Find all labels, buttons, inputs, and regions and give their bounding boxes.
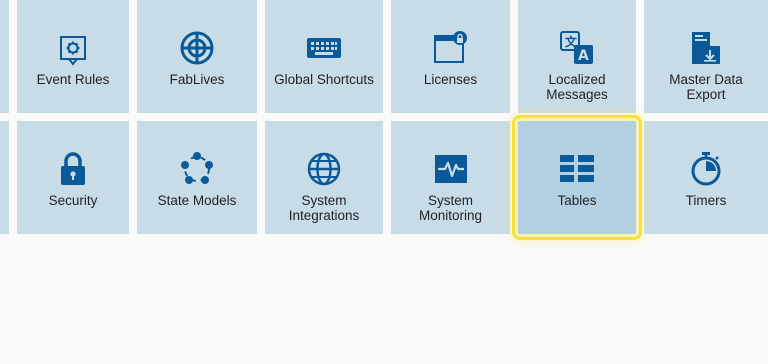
keyboard-icon — [304, 28, 344, 68]
tile-system-integrations[interactable]: System Integrations — [265, 121, 383, 234]
event-rules-icon — [53, 30, 93, 70]
tile-label: Event Rules — [36, 72, 110, 87]
export-icon — [686, 28, 726, 68]
tile-licenses[interactable]: Licenses — [391, 0, 510, 113]
tile-label: Master Data Export — [669, 72, 743, 102]
tile-label: Security — [48, 193, 98, 208]
tile-label: Licenses — [423, 72, 478, 87]
partial-tile-left-row1[interactable] — [0, 0, 9, 113]
svg-text:A: A — [578, 48, 589, 64]
tile-fablives[interactable]: FabLives — [137, 0, 257, 113]
tile-event-rules[interactable]: Event Rules — [17, 0, 129, 113]
tile-label: FabLives — [169, 72, 225, 87]
tile-timers[interactable]: Timers — [644, 121, 768, 234]
partial-tile-left-row2[interactable] — [0, 121, 9, 234]
tile-label: Tables — [557, 193, 597, 208]
tile-label: Localized Messages — [546, 72, 608, 102]
licenses-icon — [431, 28, 471, 68]
tile-master-data-export[interactable]: Master Data Export — [644, 0, 768, 113]
lock-icon — [53, 149, 93, 189]
tile-localized-messages[interactable]: 文 A Localized Messages — [518, 0, 636, 113]
tile-label: State Models — [157, 193, 237, 208]
state-cycle-icon — [177, 149, 217, 189]
table-icon — [557, 149, 597, 189]
fablives-icon — [177, 28, 217, 68]
pulse-monitor-icon — [431, 149, 471, 189]
tile-security[interactable]: Security — [17, 121, 129, 234]
translate-icon: 文 A — [557, 28, 597, 68]
tile-label: System Integrations — [288, 193, 360, 223]
tile-label: Global Shortcuts — [274, 72, 374, 87]
tile-tables[interactable]: Tables — [512, 115, 642, 240]
tile-state-models[interactable]: State Models — [137, 121, 257, 234]
tile-label: Timers — [685, 193, 727, 208]
globe-icon — [304, 149, 344, 189]
stopwatch-icon — [686, 149, 726, 189]
tile-system-monitoring[interactable]: System Monitoring — [391, 121, 510, 234]
tile-global-shortcuts[interactable]: Global Shortcuts — [265, 0, 383, 113]
tile-label: System Monitoring — [418, 193, 483, 223]
